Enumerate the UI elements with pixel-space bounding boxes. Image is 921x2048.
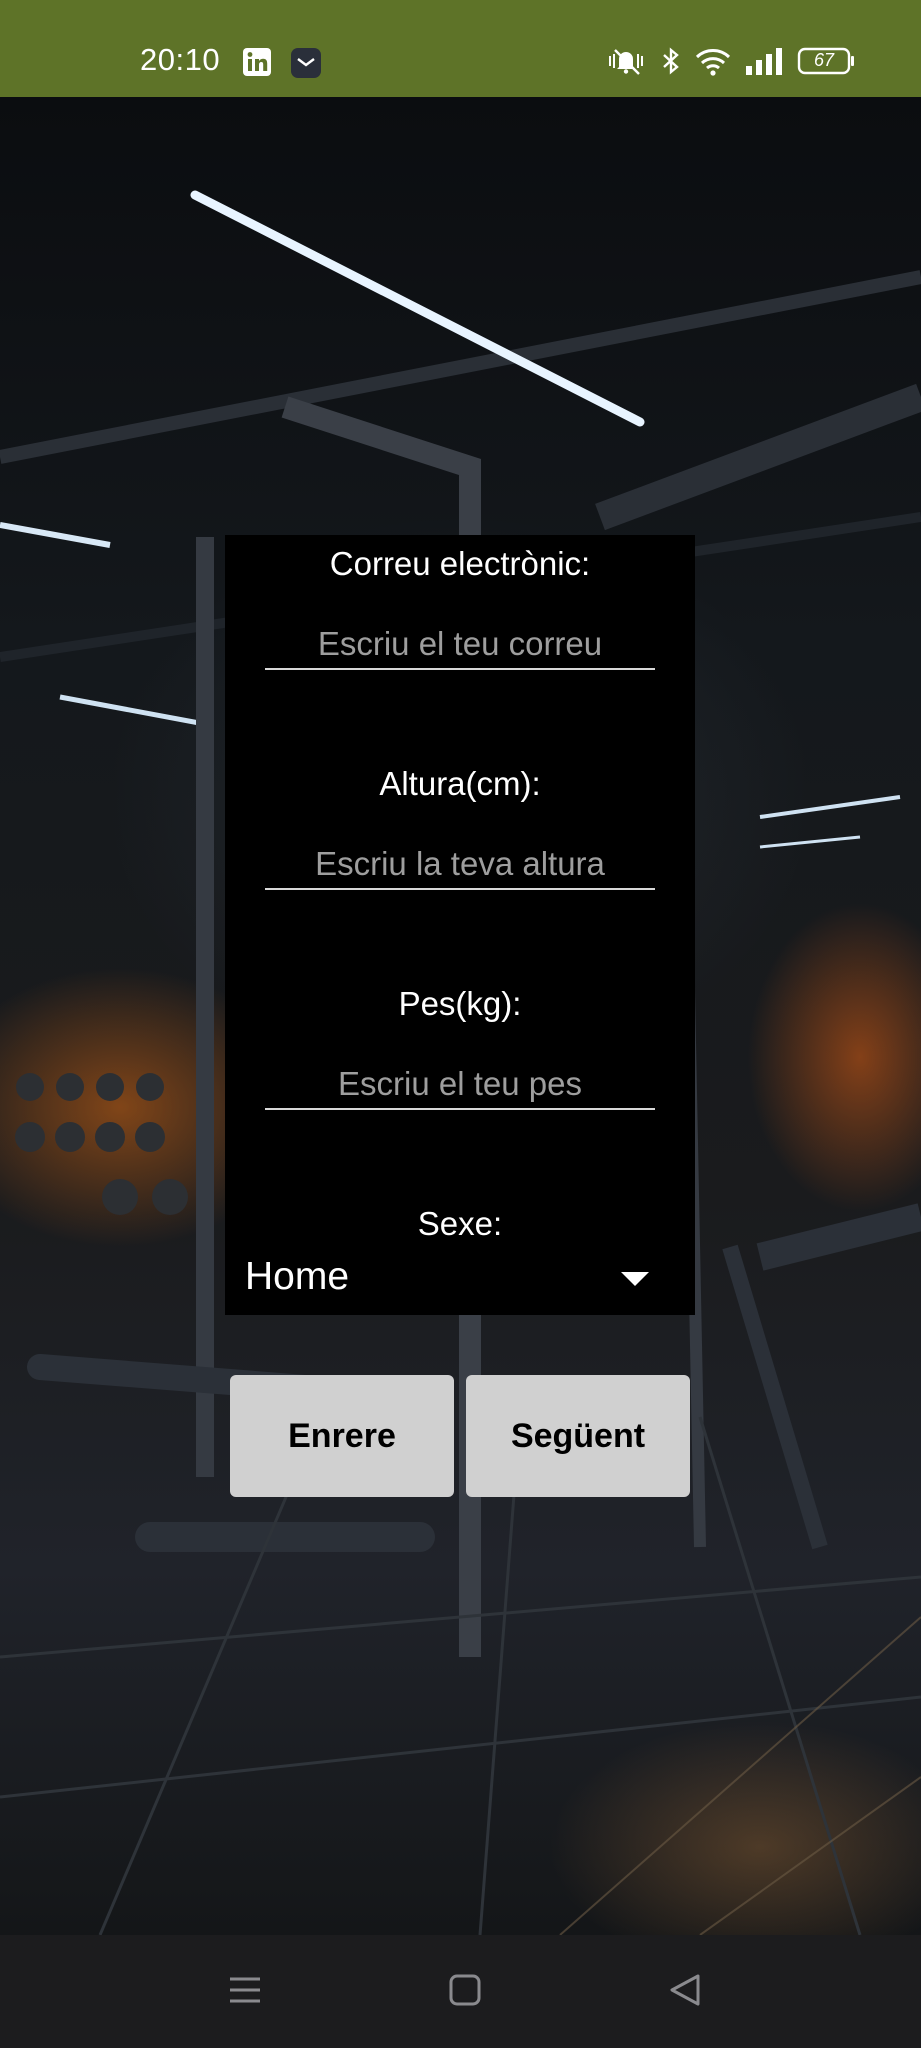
bluetooth-icon [661,46,681,76]
menu-icon[interactable] [228,1973,262,2012]
vibrate-icon [605,46,647,76]
battery-icon: 67 [797,46,855,76]
wifi-icon [695,46,731,76]
sex-dropdown[interactable]: Home [225,1253,695,1309]
home-square-icon[interactable] [448,1973,482,2012]
weight-label: Pes(kg): [398,985,522,1022]
dropdown-arrow-icon [621,1272,649,1293]
linkedin-icon [242,47,272,79]
back-button[interactable]: Enrere [230,1375,454,1497]
status-bar: 20:10 67 [0,0,921,97]
status-right-icons: 67 [605,46,855,76]
email-label: Correu electrònic: [329,545,591,582]
signal-icon [745,46,783,76]
sex-label: Sexe: [417,1205,503,1242]
height-label: Altura(cm): [379,765,541,802]
mail-app-icon [290,47,322,79]
battery-level: 67 [813,50,835,70]
signup-screen: 20:10 67 Correu electrònic: Escriu el te… [0,0,921,2048]
back-triangle-icon[interactable] [668,1973,702,2012]
status-left-icons [242,47,322,79]
weight-field[interactable] [265,1060,655,1110]
sex-selected-value: Home [245,1255,350,1298]
navigation-bar [0,1935,921,2048]
status-time: 20:10 [140,42,221,77]
next-button[interactable]: Següent [466,1375,690,1497]
email-field[interactable] [265,620,655,670]
profile-form-panel: Correu electrònic: Altura(cm): Pes(kg): … [225,535,695,1315]
height-field[interactable] [265,840,655,890]
